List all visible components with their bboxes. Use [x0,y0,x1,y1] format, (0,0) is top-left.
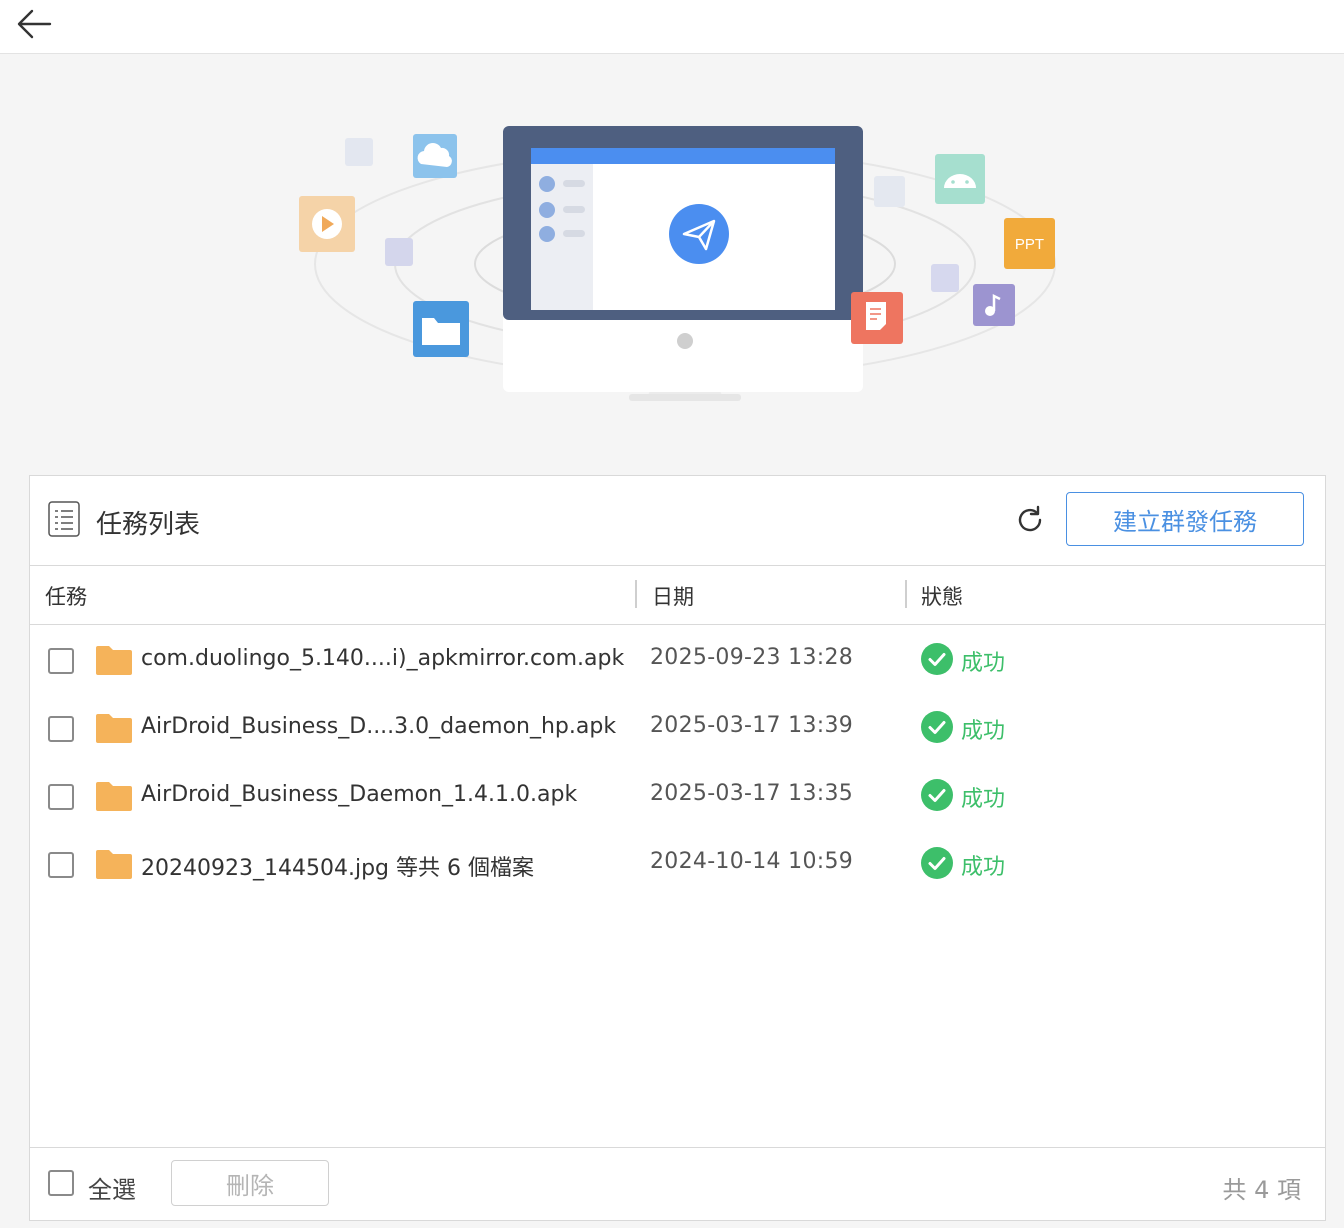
hero-illustration: PPT [299,126,1056,401]
task-name: com.duolingo_5.140....i)_apkmirror.com.a… [141,646,625,671]
task-date: 2025-09-23 13:28 [650,645,854,670]
top-bar [0,0,1344,54]
create-broadcast-task-button[interactable]: 建立群發任務 [1066,492,1304,546]
column-task[interactable]: 任務 [45,581,87,611]
table-row[interactable]: 20240923_144504.jpg 等共 6 個檔案 2024-10-14 … [30,830,1325,898]
folder-icon [413,301,469,357]
table-row[interactable]: AirDroid_Business_Daemon_1.4.1.0.apk 202… [30,762,1325,830]
row-checkbox[interactable] [48,784,74,810]
document-icon [851,292,903,344]
task-date: 2025-03-17 13:39 [650,713,854,738]
column-date[interactable]: 日期 [652,581,694,611]
item-count: 共 4 項 [1222,1176,1301,1204]
android-icon [935,154,985,204]
task-date: 2025-03-17 13:35 [650,781,854,806]
delete-button[interactable]: 刪除 [171,1160,329,1206]
list-icon [48,501,80,537]
table-row[interactable]: com.duolingo_5.140....i)_apkmirror.com.a… [30,626,1325,694]
task-list-panel: 任務列表 建立群發任務 任務 日期 狀態 com.duolingo_5.140.… [29,475,1326,1221]
send-icon [669,204,729,264]
task-date: 2024-10-14 10:59 [650,849,854,874]
panel-title: 任務列表 [96,510,201,540]
video-icon [299,196,355,252]
task-name: 20240923_144504.jpg 等共 6 個檔案 [141,856,534,881]
status-label: 成功 [961,719,1006,744]
folder-icon [96,782,132,811]
table-header: 任務 日期 狀態 [30,566,1325,625]
check-circle-icon [921,711,953,743]
row-checkbox[interactable] [48,852,74,878]
check-circle-icon [921,643,953,675]
check-circle-icon [921,779,953,811]
select-all-checkbox[interactable] [48,1170,74,1196]
column-divider[interactable] [635,580,637,608]
folder-icon [96,714,132,743]
cloud-icon [413,134,457,178]
column-divider[interactable] [905,580,907,608]
task-name: AirDroid_Business_D....3.0_daemon_hp.apk [141,714,617,739]
row-checkbox[interactable] [48,648,74,674]
row-checkbox[interactable] [48,716,74,742]
refresh-icon[interactable] [1014,504,1046,536]
panel-header: 任務列表 建立群發任務 [30,476,1325,566]
column-status[interactable]: 狀態 [921,581,963,611]
folder-icon [96,850,132,879]
status-label: 成功 [961,787,1006,812]
folder-icon [96,646,132,675]
music-icon [973,284,1015,326]
select-all-label[interactable]: 全選 [88,1170,136,1205]
svg-text:PPT: PPT [1015,236,1044,253]
status-label: 成功 [961,855,1006,880]
check-circle-icon [921,847,953,879]
panel-footer: 全選 刪除 共 4 項 [30,1147,1325,1220]
table-row[interactable]: AirDroid_Business_D....3.0_daemon_hp.apk… [30,694,1325,762]
arrow-left-icon[interactable] [14,6,54,42]
status-label: 成功 [961,651,1006,676]
ppt-icon: PPT [1004,218,1055,269]
task-name: AirDroid_Business_Daemon_1.4.1.0.apk [141,782,578,807]
